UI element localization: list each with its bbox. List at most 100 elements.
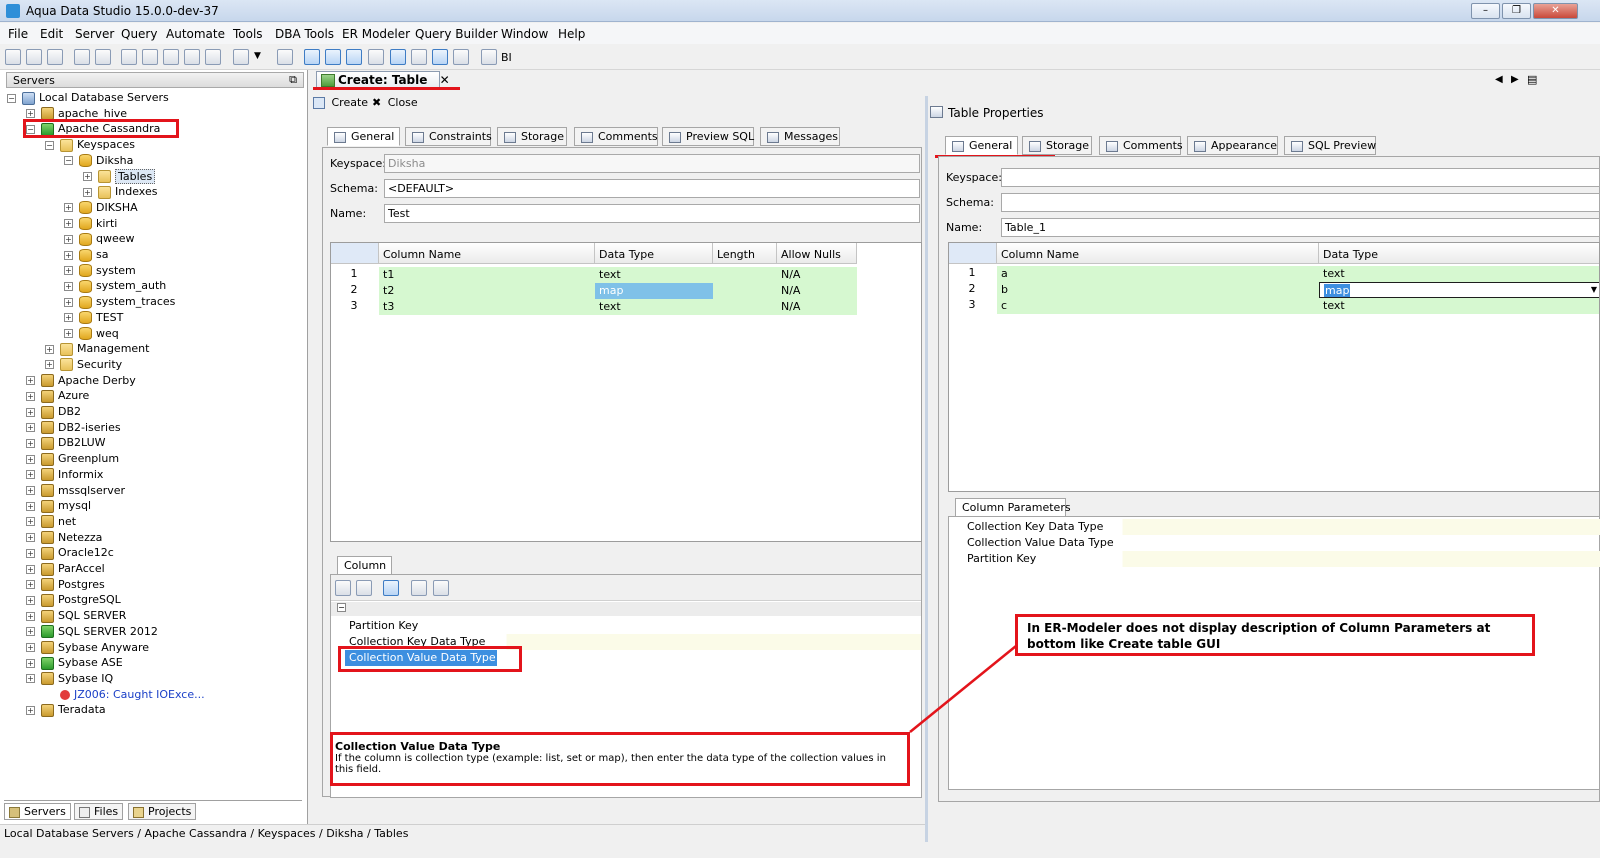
expand-icon[interactable]: + [64, 313, 73, 323]
export-icon[interactable] [95, 49, 111, 65]
expand-icon[interactable]: + [26, 611, 35, 621]
menu-window[interactable]: Window [501, 27, 548, 41]
expand-icon[interactable]: + [26, 533, 35, 543]
name-field[interactable]: Test [384, 204, 920, 223]
menu-er-modeler[interactable]: ER Modeler [342, 27, 410, 41]
expand-icon[interactable]: + [64, 234, 73, 244]
expand-icon[interactable]: + [26, 470, 35, 480]
tab-comments[interactable]: Comments [574, 127, 658, 146]
tree-item-system-traces[interactable]: + system_traces [64, 294, 175, 310]
expand-icon[interactable]: + [64, 219, 73, 229]
tp-tab-appearance[interactable]: Appearance [1187, 136, 1278, 155]
tree-item-system-auth[interactable]: + system_auth [64, 278, 166, 294]
tree-item-mssqlserver[interactable]: + mssqlserver [26, 483, 125, 499]
prop-partition-key[interactable]: Partition Key [345, 618, 495, 634]
tp-tab-general[interactable]: General [945, 136, 1018, 155]
tab-preview-sql[interactable]: Preview SQL [662, 127, 754, 146]
sort-alpha-icon[interactable] [356, 580, 372, 596]
table-data-editor-icon[interactable] [205, 49, 221, 65]
expand-icon[interactable]: + [64, 203, 73, 213]
tp-tab-sql-preview[interactable]: SQL Preview [1284, 136, 1376, 155]
tree-item-sybase-ase[interactable]: + Sybase ASE [26, 655, 123, 671]
tree-item-informix[interactable]: + Informix [26, 467, 103, 483]
expand-icon[interactable]: + [26, 595, 35, 605]
tree-item-azure[interactable]: + Azure [26, 388, 89, 404]
menu-help[interactable]: Help [558, 27, 585, 41]
edit-connection-icon[interactable] [26, 49, 42, 65]
expand-icon[interactable]: + [26, 486, 35, 495]
expand-icon[interactable]: + [26, 627, 35, 637]
column-name-header[interactable]: Column Name [379, 243, 595, 264]
tree-item-indexes[interactable]: + Indexes [83, 184, 157, 200]
tree-item-weq[interactable]: + weq [64, 326, 119, 342]
tree-item-db2[interactable]: + DB2 [26, 404, 81, 420]
expand-icon[interactable]: + [26, 548, 35, 558]
panel-restore-icon[interactable]: ⧉ [289, 73, 297, 87]
tp-tab-storage[interactable]: Storage [1022, 136, 1092, 155]
tree-item-tables[interactable]: + Tables [83, 168, 156, 185]
register-server-icon[interactable] [47, 49, 63, 65]
tree-item-net[interactable]: + net [26, 514, 76, 530]
categorized-icon[interactable] [335, 580, 351, 596]
schema-script-icon[interactable] [184, 49, 200, 65]
collapse-all-icon[interactable] [433, 580, 449, 596]
tree-item-sql-server-2012[interactable]: + SQL SERVER 2012 [26, 624, 158, 640]
tree-item-postgresql[interactable]: + PostgreSQL [26, 592, 121, 608]
tree-item-paraccel[interactable]: + ParAccel [26, 561, 105, 577]
tp-name-field[interactable]: Table_1 [1001, 218, 1600, 237]
layout-7-icon[interactable] [432, 49, 448, 65]
bi-icon[interactable] [481, 49, 497, 65]
expand-icon[interactable]: + [26, 643, 35, 652]
menu-query-builder[interactable]: Query Builder [415, 27, 498, 41]
expand-icon[interactable]: + [64, 297, 73, 307]
create-action[interactable]: Create [313, 96, 368, 112]
query-analyzer-icon[interactable] [142, 49, 158, 65]
length-cell[interactable] [713, 299, 777, 315]
tree-item-diksha[interactable]: − Diksha [64, 153, 133, 169]
tp-column-name-header[interactable]: Column Name [997, 243, 1319, 264]
tree-item-local-database-servers[interactable]: − Local Database Servers [7, 90, 169, 106]
expand-icon[interactable]: + [45, 344, 54, 354]
data-type-cell-selected[interactable]: map [595, 283, 713, 299]
column-name-cell[interactable]: t3 [379, 299, 595, 315]
tp-data-type-editor[interactable]: map ▼ [1319, 282, 1599, 298]
tree-item-management[interactable]: + Management [45, 341, 149, 357]
expand-icon[interactable]: + [26, 705, 35, 715]
tree-item-apache-derby[interactable]: + Apache Derby [26, 373, 136, 389]
collapse-icon[interactable]: − [45, 140, 54, 150]
compare-icon[interactable] [163, 49, 179, 65]
menu-automate[interactable]: Automate [166, 27, 225, 41]
expand-icon[interactable]: + [26, 376, 35, 386]
expand-icon[interactable]: + [26, 407, 35, 417]
dropdown-arrow-icon[interactable]: ▼ [1591, 285, 1597, 294]
tab-scroll-right-icon[interactable]: ▶ [1511, 74, 1519, 85]
close-window-button[interactable]: ✕ [1533, 3, 1578, 19]
tree-item-diksha[interactable]: + DIKSHA [64, 200, 138, 216]
column-name-cell[interactable]: t1 [379, 267, 595, 283]
tab-constraints[interactable]: Constraints [405, 127, 492, 146]
tree-item-keyspaces[interactable]: − Keyspaces [45, 137, 135, 153]
param-partition-key[interactable]: Partition Key [963, 551, 1600, 567]
tree-item-netezza[interactable]: + Netezza [26, 530, 102, 546]
expand-icon[interactable]: + [83, 187, 92, 197]
expand-icon[interactable]: + [45, 360, 54, 370]
menu-dba-tools[interactable]: DBA Tools [275, 27, 334, 41]
expand-icon[interactable]: + [64, 266, 73, 276]
param-collection-key-data-type[interactable]: Collection Key Data Type [963, 519, 1600, 535]
layout-3-icon[interactable] [346, 49, 362, 65]
server-properties-icon[interactable] [277, 49, 293, 65]
menu-file[interactable]: File [8, 27, 28, 41]
param-collection-value-data-type[interactable]: Collection Value Data Type [963, 535, 1600, 551]
tab-general[interactable]: General [327, 127, 400, 146]
tree-item-db2-iseries[interactable]: + DB2-iseries [26, 420, 121, 436]
expand-icon[interactable]: + [26, 109, 35, 119]
tree-item-sa[interactable]: + sa [64, 247, 108, 263]
length-cell[interactable] [713, 267, 777, 283]
options-icon[interactable] [233, 49, 249, 65]
tree-item-sql-server[interactable]: + SQL SERVER [26, 608, 126, 624]
allow-nulls-cell[interactable]: N/A [777, 267, 857, 283]
allow-nulls-header[interactable]: Allow Nulls [777, 243, 857, 264]
new-connection-icon[interactable] [5, 49, 21, 65]
expand-icon[interactable]: + [26, 438, 35, 448]
tree-item-sybase-anyware[interactable]: + Sybase Anyware [26, 640, 149, 656]
